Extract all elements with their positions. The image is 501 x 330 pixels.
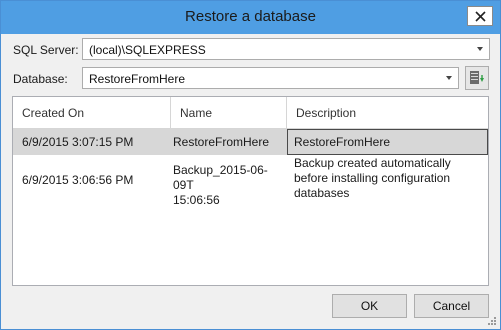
cell-description: RestoreFromHere <box>294 135 391 149</box>
database-action-button[interactable] <box>465 66 489 90</box>
cell-created-on: 6/9/2015 3:07:15 PM <box>22 135 134 149</box>
sql-server-combobox[interactable]: (local)\SQLEXPRESS <box>82 38 490 60</box>
database-filter-icon <box>470 71 484 84</box>
window-title: Restore a database <box>185 8 316 25</box>
close-icon <box>475 11 486 22</box>
cell-name: Backup_2015-06-09T 15:06:56 <box>173 163 285 208</box>
column-header-description[interactable]: Description <box>287 97 488 128</box>
cell-created-on: 6/9/2015 3:06:56 PM <box>22 173 134 187</box>
cell-name-line: Backup_2015-06-09T <box>173 163 268 192</box>
grid-header: Created On Name Description <box>13 97 488 129</box>
chevron-down-icon[interactable] <box>446 76 452 80</box>
backups-grid[interactable]: Created On Name Description 6/9/2015 3:0… <box>12 96 489 286</box>
column-header-name[interactable]: Name <box>171 97 287 128</box>
chevron-down-icon[interactable] <box>477 47 483 51</box>
close-button[interactable] <box>467 6 493 26</box>
cell-description-line: Backup created automatically <box>294 156 451 170</box>
ok-button[interactable]: OK <box>332 294 407 318</box>
sql-server-value: (local)\SQLEXPRESS <box>89 43 206 57</box>
title-bar[interactable]: Restore a database <box>1 1 500 34</box>
database-label: Database: <box>13 72 68 86</box>
cell-name-line: 15:06:56 <box>173 193 220 207</box>
cell-description-line: databases <box>294 186 350 200</box>
database-combobox[interactable]: RestoreFromHere <box>82 67 459 89</box>
sql-server-label: SQL Server: <box>13 43 79 57</box>
table-row[interactable]: 6/9/2015 3:07:15 PM RestoreFromHere Rest… <box>13 129 488 155</box>
restore-database-dialog: Restore a database SQL Server: (local)\S… <box>0 0 501 330</box>
resize-grip-icon[interactable] <box>487 316 497 326</box>
cell-description: Backup created automatically before inst… <box>294 156 474 201</box>
database-value: RestoreFromHere <box>89 72 186 86</box>
cancel-button[interactable]: Cancel <box>414 294 489 318</box>
table-row[interactable]: 6/9/2015 3:06:56 PM Backup_2015-06-09T 1… <box>13 155 488 215</box>
cell-name: RestoreFromHere <box>173 135 270 149</box>
column-header-created-on[interactable]: Created On <box>13 97 171 128</box>
cell-description-line: before installing configuration <box>294 171 451 185</box>
